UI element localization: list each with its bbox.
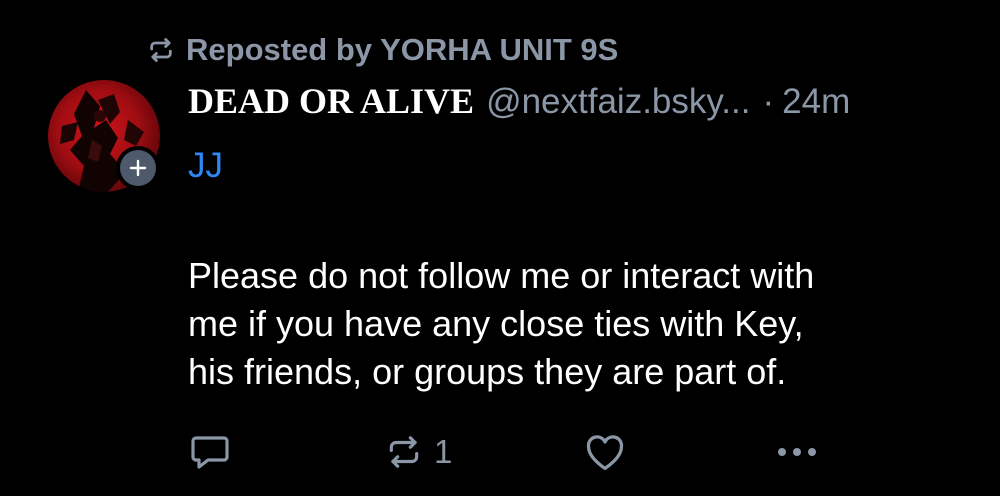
post-header: DEAD OR ALIVE @nextfaiz.bsky... · 24m [188,80,850,130]
like-button[interactable] [584,432,626,472]
post-text: Please do not follow me or interact with… [188,252,978,396]
post-timestamp[interactable]: 24m [782,82,850,122]
follow-button[interactable] [116,146,160,190]
author-handle[interactable]: @nextfaiz.bsky... [486,82,750,122]
post-tag[interactable]: JJ [188,146,223,186]
post-text-line: Please do not follow me or interact with [188,255,815,296]
reposted-by-label: Reposted by YORHA UNIT 9S [186,32,619,67]
more-options-button[interactable] [776,432,818,472]
reposted-by[interactable]: Reposted by YORHA UNIT 9S [146,30,618,70]
post-text-line: me if you have any close ties with Key, [188,303,804,344]
reply-icon [191,436,229,469]
more-icon [778,448,816,456]
post-text-line: his friends, or groups they are part of. [188,351,787,392]
repost-count: 1 [434,433,453,470]
reply-button[interactable] [190,432,230,472]
separator: · [762,82,775,121]
repost-icon [389,436,419,468]
heart-icon [586,435,624,471]
post-actions: 1 [188,432,838,472]
repost-button[interactable]: 1 [384,432,452,472]
author-avatar[interactable] [48,80,160,192]
author-display-name[interactable]: DEAD OR ALIVE [188,80,474,122]
repost-icon [146,35,176,65]
post-item[interactable]: Reposted by YORHA UNIT 9S DEAD OR ALIVE … [0,0,1000,496]
plus-icon [129,159,147,177]
